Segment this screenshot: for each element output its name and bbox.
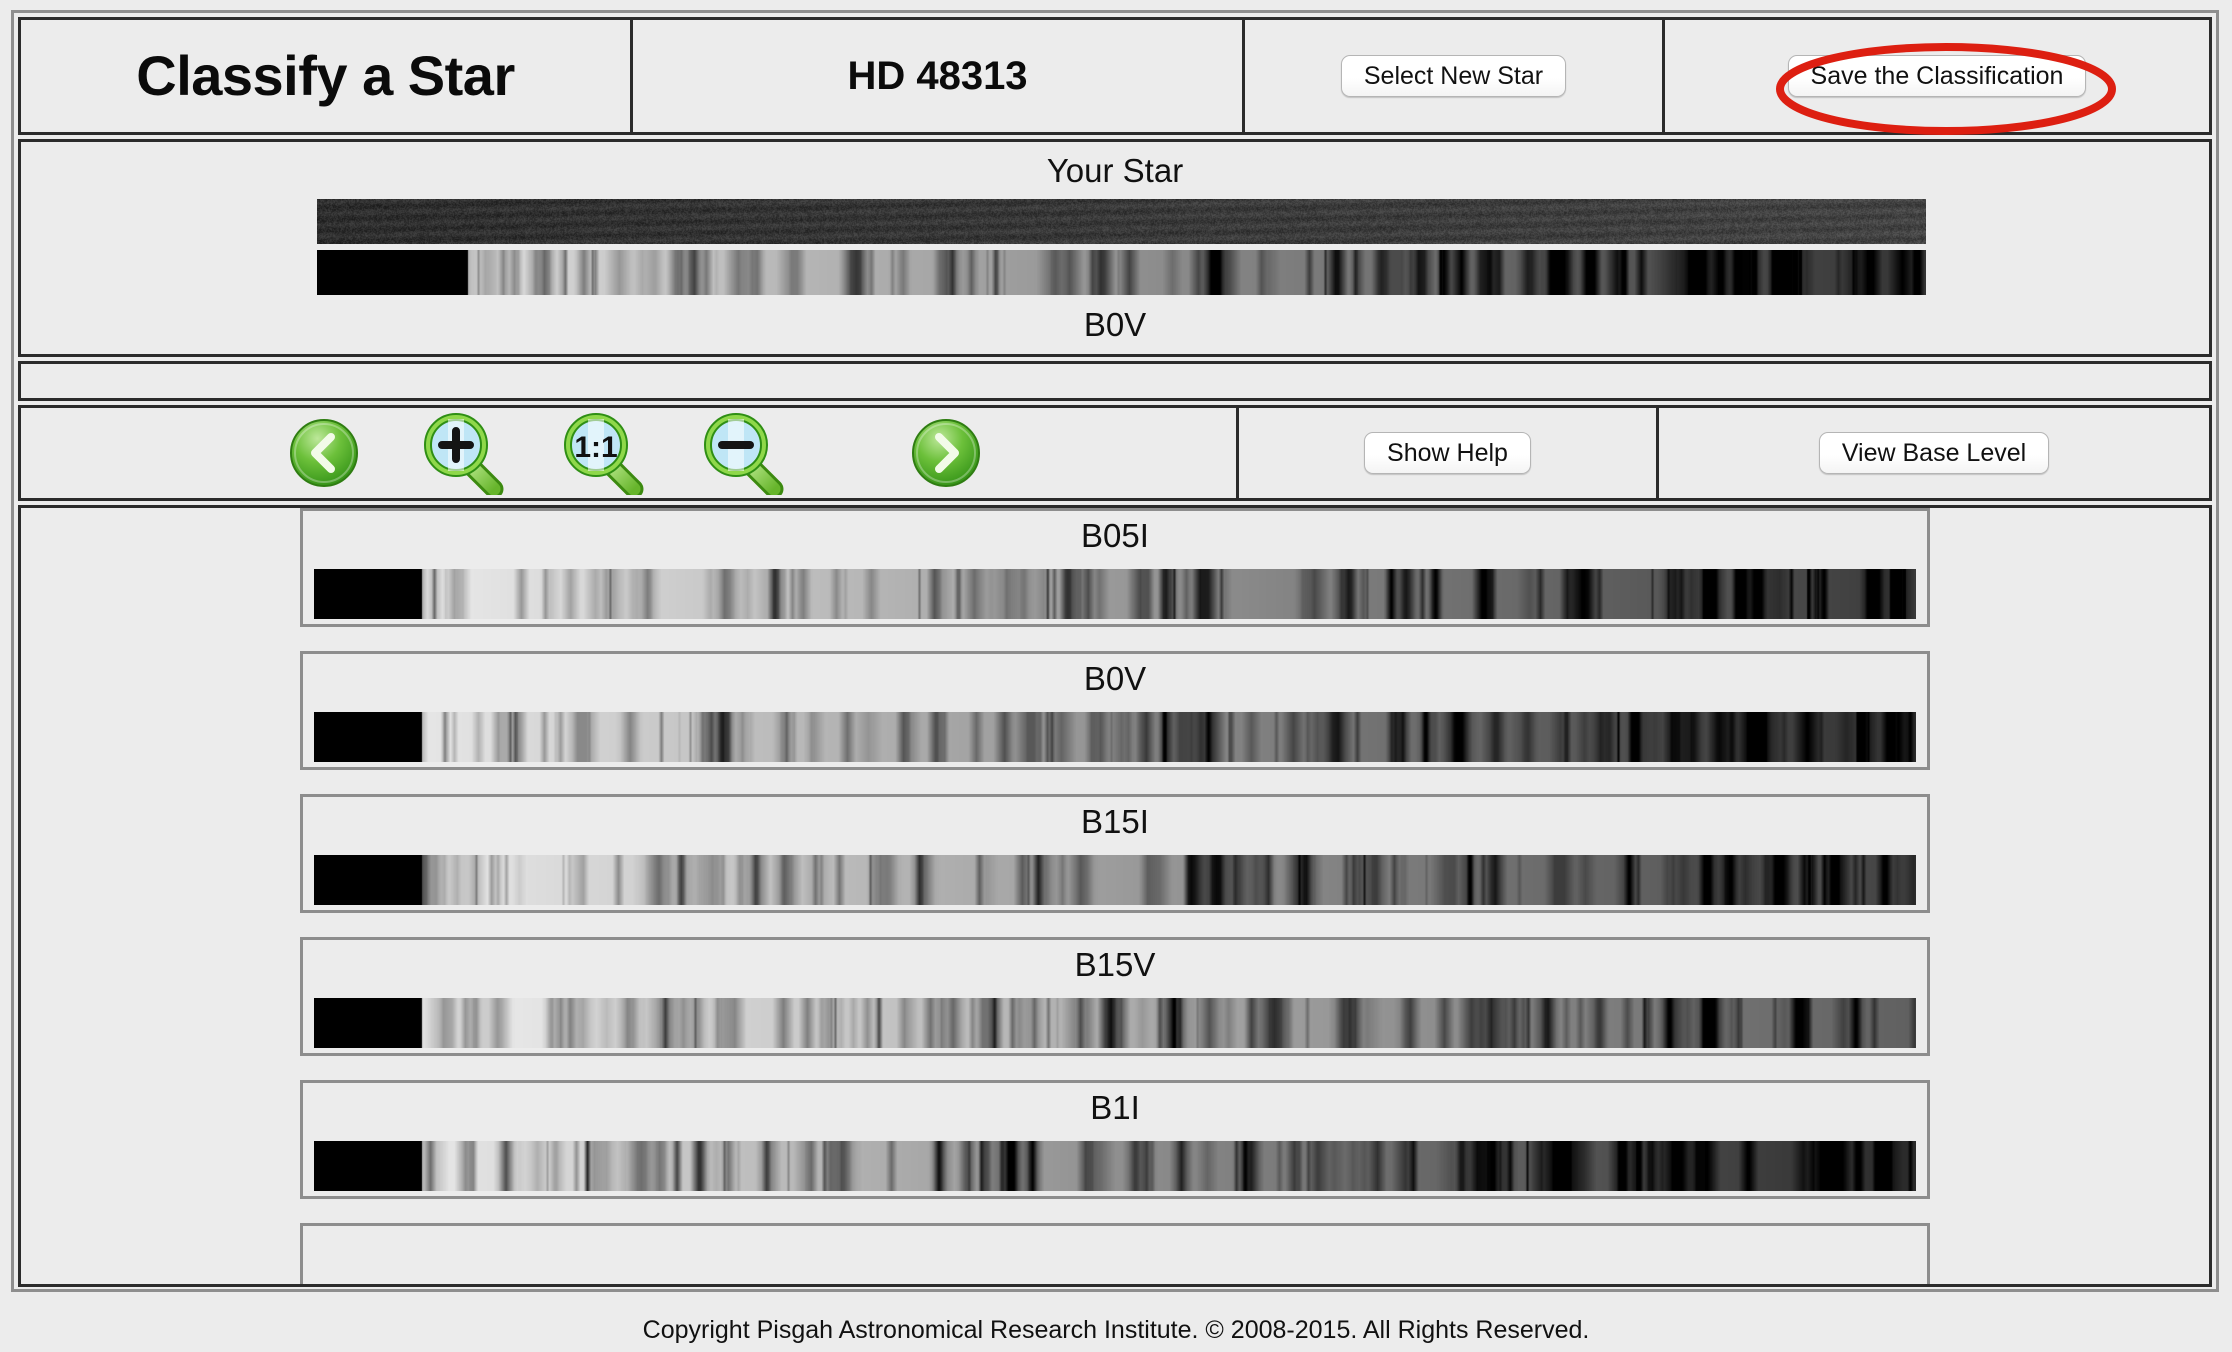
comparison-spectrum-label: B15V (1074, 946, 1156, 983)
comparison-spectrum-image (314, 1284, 1916, 1287)
comparison-spectra-list[interactable]: B05I B0V B15I B15V B1I (18, 505, 2212, 1287)
show-help-button[interactable]: Show Help (1364, 432, 1531, 474)
view-base-level-button[interactable]: View Base Level (1818, 432, 2050, 474)
comparison-spectrum-row[interactable]: B0V (300, 651, 1930, 770)
application-window: Classify a Star HD 48313 Select New Star… (11, 10, 2219, 1292)
toolbar: 1:1 Show Help View Base Level (18, 405, 2212, 501)
comparison-spectrum-image (314, 998, 1916, 1048)
save-classification-button[interactable]: Save the Classification (1787, 55, 2087, 97)
title-cell: Classify a Star (21, 20, 633, 132)
comparison-spectrum-row[interactable]: B15I (300, 794, 1930, 913)
comparison-spectrum-label: B05I (1081, 517, 1149, 554)
zoom-in-icon[interactable] (416, 413, 512, 495)
comparison-spectrum-image (314, 1141, 1916, 1191)
star-name-cell: HD 48313 (633, 20, 1245, 132)
your-star-panel: Your Star B0V (18, 139, 2212, 357)
footer-copyright: Copyright Pisgah Astronomical Research I… (642, 1316, 1590, 1344)
header-bar: Classify a Star HD 48313 Select New Star… (18, 17, 2212, 135)
your-star-classification: B0V (1083, 306, 1147, 343)
your-star-2d-spectrum-image (317, 199, 1926, 244)
previous-arrow-icon[interactable] (276, 414, 372, 492)
comparison-spectrum-label: B15I (1081, 803, 1149, 840)
view-base-level-cell: View Base Level (1659, 408, 2209, 498)
select-new-star-cell: Select New Star (1245, 20, 1665, 132)
star-name: HD 48313 (847, 54, 1028, 98)
comparison-spectrum-row[interactable] (300, 1223, 1930, 1287)
comparison-spectrum-row[interactable]: B1I (300, 1080, 1930, 1199)
comparison-spectrum-label: B0V (1083, 660, 1147, 697)
spacer-bar (18, 361, 2212, 401)
comparison-spectrum-image (314, 855, 1916, 905)
show-help-cell: Show Help (1239, 408, 1659, 498)
toolbar-icons-cell: 1:1 (21, 408, 1239, 498)
save-classification-cell: Save the Classification (1665, 20, 2209, 132)
zoom-actual-size-icon[interactable]: 1:1 (556, 413, 652, 495)
comparison-spectrum-row[interactable]: B05I (300, 508, 1930, 627)
zoom-out-icon[interactable] (696, 413, 792, 495)
comparison-spectrum-row[interactable]: B15V (300, 937, 1930, 1056)
your-star-1d-spectrum-image (317, 250, 1926, 295)
next-arrow-icon[interactable] (898, 414, 994, 492)
page-title: Classify a Star (136, 44, 515, 107)
your-star-heading: Your Star (1046, 152, 1184, 189)
zoom-ratio-label: 1:1 (574, 431, 617, 464)
comparison-spectrum-label: B1I (1090, 1089, 1140, 1126)
comparison-spectrum-image (314, 569, 1916, 619)
select-new-star-button[interactable]: Select New Star (1340, 55, 1567, 97)
comparison-spectrum-image (314, 712, 1916, 762)
